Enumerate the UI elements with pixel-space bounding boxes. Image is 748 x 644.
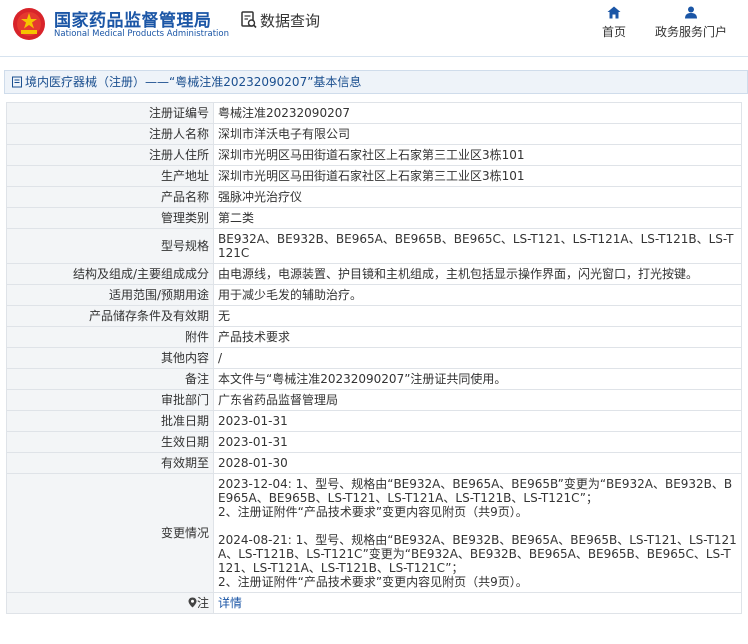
detail-value: 由电源线，电源装置、护目镜和主机组成，主机包括显示操作界面，闪光窗口，打光按键。 — [213, 263, 742, 285]
detail-value: 粤械注准20232090207 — [213, 102, 742, 124]
detail-row: 产品储存条件及有效期无 — [6, 305, 742, 327]
change-history-line: 2、注册证附件“产品技术要求”变更内容见附页（共9页）。 — [218, 505, 528, 519]
note-value: 详情 — [213, 592, 742, 614]
details-link[interactable]: 详情 — [218, 596, 242, 610]
detail-row: 有效期至 2028-01-30 — [6, 452, 742, 474]
detail-row: 结构及组成/主要组成成分 由电源线，电源装置、护目镜和主机组成，主机包括显示操作界… — [6, 263, 742, 285]
detail-value: 2023-01-31 — [213, 410, 742, 432]
detail-label: 管理类别 — [6, 207, 214, 229]
detail-label: 审批部门 — [6, 389, 214, 411]
change-history-line — [218, 519, 737, 533]
system-title: 数据查询 — [260, 12, 321, 30]
detail-value: 深圳市光明区马田街道石家社区上石家第三工业区3栋101 — [213, 144, 742, 166]
detail-row: 注册人住所 深圳市光明区马田街道石家社区上石家第三工业区3栋101 — [6, 144, 742, 166]
detail-label: 生效日期 — [6, 431, 214, 453]
detail-row: 产品名称 强脉冲光治疗仪 — [6, 186, 742, 208]
detail-label: 批准日期 — [6, 410, 214, 432]
detail-value: 2023-01-31 — [213, 431, 742, 453]
site-header: 国家药品监督管理局 National Medical Products Admi… — [0, 0, 748, 57]
org-name-cn[interactable]: 国家药品监督管理局 — [54, 6, 212, 31]
detail-section: 境内医疗器械（注册）——“粤械注准20232090207”基本信息 — [4, 70, 748, 94]
document-search-icon — [241, 11, 257, 29]
detail-value: 广东省药品监督管理局 — [213, 389, 742, 411]
detail-row: 批准日期 2023-01-31 — [6, 410, 742, 432]
detail-value: 第二类 — [213, 207, 742, 229]
detail-table: 注册证编号 粤械注准20232090207 注册人名称 深圳市洋沃电子有限公司 注册人住… — [6, 102, 742, 614]
detail-row: 注册证编号 粤械注准20232090207 — [6, 102, 742, 124]
user-icon — [685, 6, 697, 19]
detail-value: 强脉冲光治疗仪 — [213, 186, 742, 208]
detail-row: 备注 本文件与“粤械注准20232090207”注册证共同使用。 — [6, 368, 742, 390]
detail-value: BE932A、BE932B、BE965A、BE965B、BE965C、LS-T1… — [213, 228, 742, 264]
change-history-row: 变更情况 2023-12-04: 1、型号、规格由“BE932A、BE965A、B… — [6, 473, 742, 593]
detail-label: 产品名称 — [6, 186, 214, 208]
change-history-line: 2023-12-04: 1、型号、规格由“BE932A、BE965A、BE965… — [218, 477, 733, 505]
nav-home[interactable]: 首页 — [602, 6, 626, 40]
detail-label: 适用范围/预期用途 — [6, 284, 214, 306]
detail-label: 型号规格 — [6, 228, 214, 264]
detail-value: 产品技术要求 — [213, 326, 742, 348]
nav-gov-services[interactable]: 政务服务门户 — [655, 6, 727, 40]
detail-row: 生产地址 深圳市光明区马田街道石家社区上石家第三工业区3栋101 — [6, 165, 742, 187]
detail-value: 深圳市光明区马田街道石家社区上石家第三工业区3栋101 — [213, 165, 742, 187]
detail-value: 无 — [213, 305, 742, 327]
note-label: 注 — [196, 596, 209, 610]
nav-gov-label: 政务服务门户 — [655, 25, 728, 39]
change-history-value: 2023-12-04: 1、型号、规格由“BE932A、BE965A、BE965… — [213, 473, 742, 593]
detail-row: 注册人名称 深圳市洋沃电子有限公司 — [6, 123, 742, 145]
detail-value: 2028-01-30 — [213, 452, 742, 474]
detail-row: 审批部门 广东省药品监督管理局 — [6, 389, 742, 411]
location-pin-icon — [188, 597, 197, 608]
change-history-line: 2024-08-21: 1、型号、规格由“BE932A、BE932B、BE965… — [218, 533, 737, 575]
detail-label: 附件 — [6, 326, 214, 348]
note-row: 注详情 — [6, 592, 742, 614]
detail-label: 注册人名称 — [6, 123, 214, 145]
detail-label: 产品储存条件及有效期 — [6, 305, 214, 327]
detail-label: 生产地址 — [6, 165, 214, 187]
detail-label: 备注 — [6, 368, 214, 390]
org-name-en: National Medical Products Administration — [54, 29, 229, 39]
change-history-label: 变更情况 — [6, 473, 214, 593]
detail-row: 生效日期 2023-01-31 — [6, 431, 742, 453]
detail-row: 附件 产品技术要求 — [6, 326, 742, 348]
detail-label: 有效期至 — [6, 452, 214, 474]
detail-row: 管理类别 第二类 — [6, 207, 742, 229]
emblem-logo-icon — [13, 8, 45, 40]
detail-value: 本文件与“粤械注准20232090207”注册证共同使用。 — [213, 368, 742, 390]
note-label-cell: 注 — [6, 592, 214, 614]
detail-label: 结构及组成/主要组成成分 — [6, 263, 214, 285]
detail-value: 深圳市洋沃电子有限公司 — [213, 123, 742, 145]
home-icon — [607, 6, 621, 19]
detail-label: 注册人住所 — [6, 144, 214, 166]
breadcrumb-text: 境内医疗器械（注册）——“粤械注准20232090207”基本信息 — [25, 75, 362, 89]
detail-value: / — [213, 347, 742, 369]
detail-row: 其他内容 / — [6, 347, 742, 369]
detail-label: 注册证编号 — [6, 102, 214, 124]
detail-label: 其他内容 — [6, 347, 214, 369]
detail-row: 型号规格 BE932A、BE932B、BE965A、BE965B、BE965C、L… — [6, 228, 742, 264]
document-icon — [12, 76, 22, 88]
breadcrumb: 境内医疗器械（注册）——“粤械注准20232090207”基本信息 — [4, 70, 748, 94]
detail-row: 适用范围/预期用途 用于减少毛发的辅助治疗。 — [6, 284, 742, 306]
nav-home-label: 首页 — [602, 25, 627, 39]
detail-value: 用于减少毛发的辅助治疗。 — [213, 284, 742, 306]
change-history-line: 2、注册证附件“产品技术要求”变更内容见附页（共9页）。 — [218, 575, 528, 589]
